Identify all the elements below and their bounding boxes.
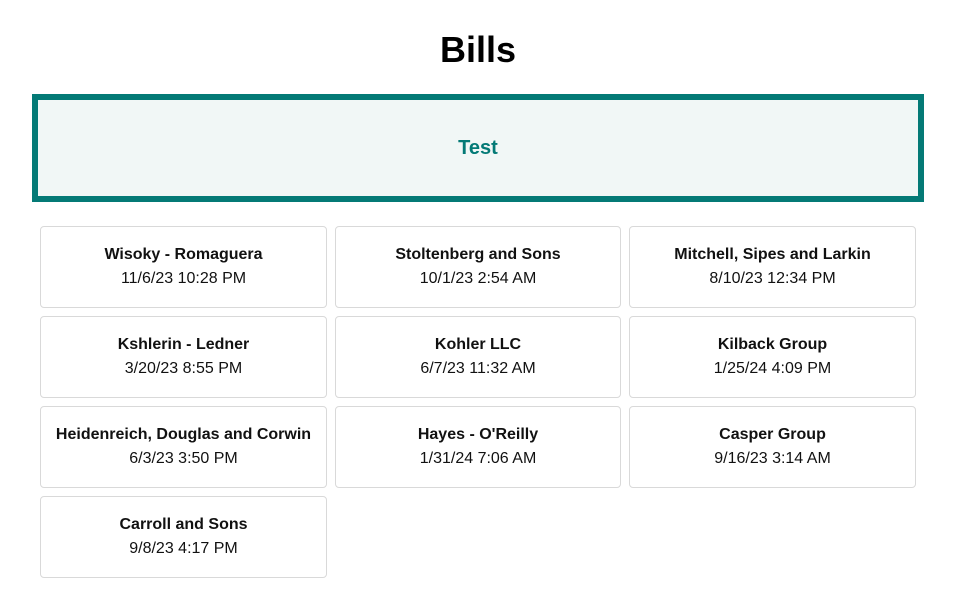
bills-page: Bills Test Wisoky - Romaguera 11/6/23 10… <box>0 0 956 615</box>
bill-date: 6/3/23 3:50 PM <box>129 450 238 467</box>
bill-card[interactable]: Hayes - O'Reilly 1/31/24 7:06 AM <box>335 406 621 488</box>
bill-date: 6/7/23 11:32 AM <box>420 360 536 377</box>
bill-card[interactable]: Mitchell, Sipes and Larkin 8/10/23 12:34… <box>629 226 916 308</box>
test-banner-button[interactable]: Test <box>32 94 924 202</box>
page-title: Bills <box>439 29 517 70</box>
bill-date: 1/31/24 7:06 AM <box>419 450 537 467</box>
bill-name: Carroll and Sons <box>119 516 248 533</box>
bill-name: Stoltenberg and Sons <box>395 246 561 263</box>
bill-name: Wisoky - Romaguera <box>104 246 263 263</box>
bill-date: 9/16/23 3:14 AM <box>714 450 831 467</box>
bill-date: 8/10/23 12:34 PM <box>709 270 836 287</box>
bill-card[interactable]: Wisoky - Romaguera 11/6/23 10:28 PM <box>40 226 327 308</box>
bill-name: Kshlerin - Ledner <box>117 336 250 353</box>
test-banner-label: Test <box>458 136 498 159</box>
bill-date: 9/8/23 4:17 PM <box>129 540 238 557</box>
bill-date: 3/20/23 8:55 PM <box>124 360 243 377</box>
bill-date: 10/1/23 2:54 AM <box>419 270 537 287</box>
bill-date: 1/25/24 4:09 PM <box>713 360 832 377</box>
bill-name: Heidenreich, Douglas and Corwin <box>55 426 312 443</box>
bill-card[interactable]: Kilback Group 1/25/24 4:09 PM <box>629 316 916 398</box>
bill-card[interactable]: Kshlerin - Ledner 3/20/23 8:55 PM <box>40 316 327 398</box>
bill-name: Kohler LLC <box>434 336 522 353</box>
bill-date: 11/6/23 10:28 PM <box>120 270 247 287</box>
bill-name: Hayes - O'Reilly <box>417 426 539 443</box>
bill-card[interactable]: Kohler LLC 6/7/23 11:32 AM <box>335 316 621 398</box>
bill-card[interactable]: Heidenreich, Douglas and Corwin 6/3/23 3… <box>40 406 327 488</box>
bills-grid: Wisoky - Romaguera 11/6/23 10:28 PM Stol… <box>40 226 916 578</box>
bill-card[interactable]: Stoltenberg and Sons 10/1/23 2:54 AM <box>335 226 621 308</box>
bill-card[interactable]: Casper Group 9/16/23 3:14 AM <box>629 406 916 488</box>
bill-name: Kilback Group <box>717 336 828 353</box>
bill-card[interactable]: Carroll and Sons 9/8/23 4:17 PM <box>40 496 327 578</box>
bill-name: Mitchell, Sipes and Larkin <box>674 246 871 263</box>
bill-name: Casper Group <box>719 426 826 443</box>
